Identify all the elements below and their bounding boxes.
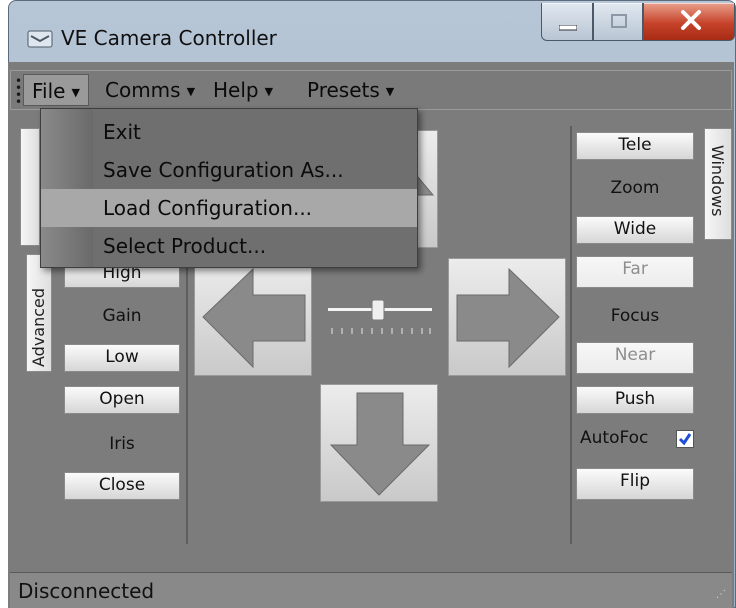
gain-label: Gain — [102, 306, 142, 326]
focus-far-button[interactable]: Far — [576, 256, 694, 288]
menu-bar: • • • • File ▼ Comms ▼ Help ▼ Presets ▼ — [10, 70, 732, 110]
focus-push-button[interactable]: Push — [576, 386, 694, 414]
menu-comms[interactable]: Comms ▼ — [97, 74, 203, 106]
caret-down-icon: ▼ — [71, 85, 80, 99]
autofocus-label: AutoFoc — [580, 428, 649, 448]
toolbar-grip-icon[interactable]: • • • • — [15, 75, 22, 108]
advanced-tab-label: Advanced — [29, 287, 48, 367]
caret-down-icon: ▼ — [264, 84, 274, 98]
camera-app-icon — [27, 29, 53, 49]
minimize-icon — [559, 25, 577, 31]
advanced-tab[interactable]: Advanced — [26, 254, 52, 372]
zoom-label: Zoom — [610, 178, 660, 198]
window-title: VE Camera Controller — [61, 26, 277, 50]
pan-left-button[interactable] — [194, 258, 312, 376]
close-icon — [681, 10, 701, 30]
status-text: Disconnected — [18, 579, 155, 603]
windows-tab[interactable]: Windows — [704, 128, 732, 240]
hidden-side-tab[interactable] — [20, 128, 40, 246]
resize-grip-icon[interactable]: ⋰ — [716, 590, 730, 606]
windows-tab-label: Windows — [708, 145, 727, 217]
menu-file-label: File — [32, 79, 66, 103]
maximize-button[interactable] — [593, 3, 643, 41]
pan-right-button[interactable] — [448, 258, 566, 376]
arrow-right-icon — [456, 267, 560, 369]
zoom-wide-button[interactable]: Wide — [576, 216, 694, 244]
maximize-icon — [611, 14, 627, 28]
speed-slider[interactable] — [326, 298, 434, 338]
menu-comms-label: Comms — [105, 78, 181, 102]
right-divider — [570, 126, 572, 544]
arrow-down-icon — [329, 392, 431, 496]
status-bar: Disconnected ⋰ — [10, 572, 732, 608]
menu-help-label: Help — [213, 78, 259, 102]
slider-track-icon — [328, 299, 432, 334]
menu-item-load-configuration[interactable]: Load Configuration... — [41, 189, 417, 227]
focus-near-button[interactable]: Near — [576, 342, 694, 374]
caret-down-icon: ▼ — [186, 84, 196, 98]
gain-low-button[interactable]: Low — [64, 344, 180, 372]
zoom-tele-button[interactable]: Tele — [576, 132, 694, 160]
menu-presets[interactable]: Presets ▼ — [299, 74, 402, 106]
menu-presets-label: Presets — [307, 78, 380, 102]
focus-label: Focus — [610, 306, 660, 326]
flip-button[interactable]: Flip — [576, 468, 694, 500]
iris-close-button[interactable]: Close — [64, 472, 180, 500]
file-dropdown-menu: Exit Save Configuration As... Load Confi… — [40, 108, 418, 268]
autofocus-checkbox[interactable] — [676, 430, 694, 448]
caret-down-icon: ▼ — [385, 84, 395, 98]
checkmark-icon — [678, 433, 692, 446]
iris-open-button[interactable]: Open — [64, 386, 180, 414]
iris-label: Iris — [109, 434, 135, 454]
menu-item-save-configuration[interactable]: Save Configuration As... — [41, 151, 417, 189]
menu-file[interactable]: File ▼ — [23, 74, 89, 106]
title-bar[interactable]: VE Camera Controller — [9, 1, 736, 63]
close-button[interactable] — [643, 3, 735, 41]
arrow-left-icon — [202, 267, 306, 369]
pan-down-button[interactable] — [320, 384, 438, 502]
menu-item-exit[interactable]: Exit — [41, 113, 417, 151]
menu-help[interactable]: Help ▼ — [205, 74, 281, 106]
menu-item-select-product[interactable]: Select Product... — [41, 227, 417, 265]
minimize-button[interactable] — [541, 3, 593, 41]
